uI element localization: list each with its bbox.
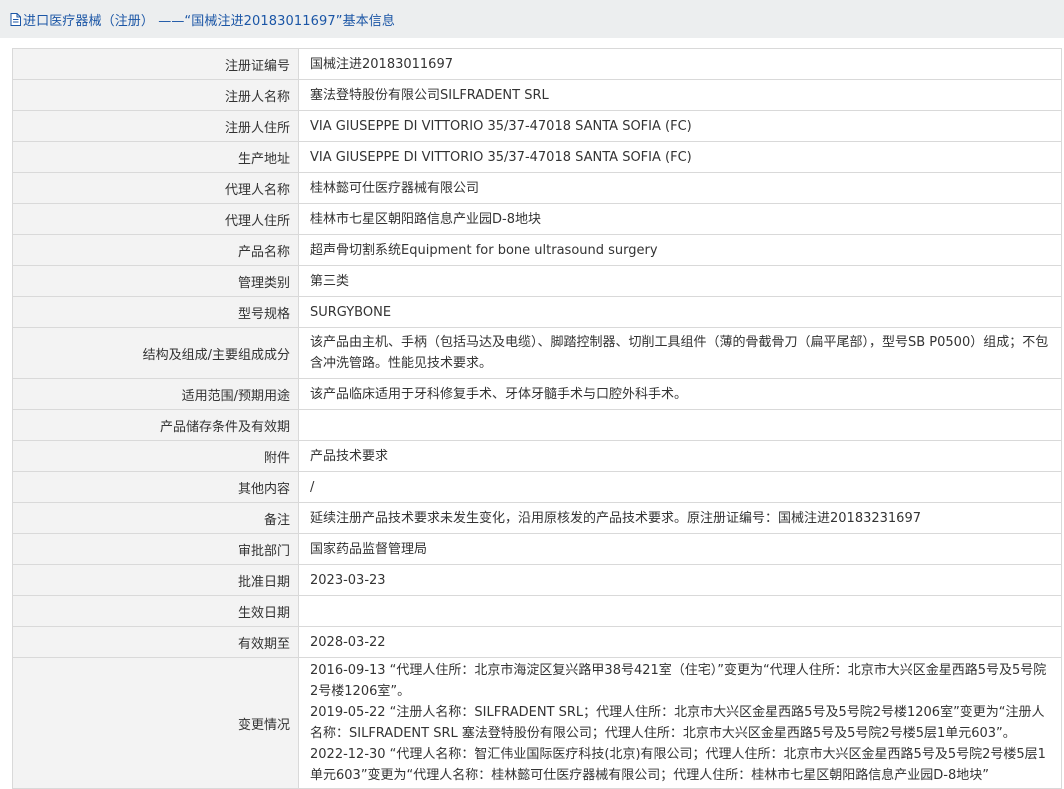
row-value: 延续注册产品技术要求未发生变化，沿用原核发的产品技术要求。原注册证编号：国械注进… bbox=[298, 502, 1062, 534]
row-label: 注册证编号 bbox=[12, 48, 299, 80]
row-value: 塞法登特股份有限公司SILFRADENT SRL bbox=[298, 79, 1062, 111]
table-row: 其他内容 / bbox=[12, 471, 1062, 503]
row-value: 2028-03-22 bbox=[298, 626, 1062, 658]
page-title: 进口医疗器械（注册） ——“国械注进20183011697”基本信息 bbox=[23, 13, 395, 29]
table-row: 管理类别 第三类 bbox=[12, 265, 1062, 297]
row-value: / bbox=[298, 471, 1062, 503]
row-value: VIA GIUSEPPE DI VITTORIO 35/37-47018 SAN… bbox=[298, 141, 1062, 173]
document-icon bbox=[10, 12, 21, 26]
row-value: 国家药品监督管理局 bbox=[298, 533, 1062, 565]
row-value: 该产品临床适用于牙科修复手术、牙体牙髓手术与口腔外科手术。 bbox=[298, 378, 1062, 410]
row-value: VIA GIUSEPPE DI VITTORIO 35/37-47018 SAN… bbox=[298, 110, 1062, 142]
row-value: 2023-03-23 bbox=[298, 564, 1062, 596]
table-row: 审批部门 国家药品监督管理局 bbox=[12, 533, 1062, 565]
row-label: 生产地址 bbox=[12, 141, 299, 173]
row-value: 桂林懿可仕医疗器械有限公司 bbox=[298, 172, 1062, 204]
row-label: 审批部门 bbox=[12, 533, 299, 565]
page-header: 进口医疗器械（注册） ——“国械注进20183011697”基本信息 bbox=[0, 0, 1064, 38]
table-row: 产品名称 超声骨切割系统Equipment for bone ultrasoun… bbox=[12, 234, 1062, 266]
row-label: 产品储存条件及有效期 bbox=[12, 409, 299, 441]
row-label: 管理类别 bbox=[12, 265, 299, 297]
row-value bbox=[298, 595, 1062, 627]
row-value: 产品技术要求 bbox=[298, 440, 1062, 472]
row-value: 第三类 bbox=[298, 265, 1062, 297]
row-label: 注册人名称 bbox=[12, 79, 299, 111]
row-label: 产品名称 bbox=[12, 234, 299, 266]
row-label: 有效期至 bbox=[12, 626, 299, 658]
row-value: 该产品由主机、手柄（包括马达及电缆）、脚踏控制器、切削工具组件（薄的骨截骨刀（扁… bbox=[298, 327, 1062, 379]
table-row: 注册人住所 VIA GIUSEPPE DI VITTORIO 35/37-470… bbox=[12, 110, 1062, 142]
row-value: 超声骨切割系统Equipment for bone ultrasound sur… bbox=[298, 234, 1062, 266]
row-value: 国械注进20183011697 bbox=[298, 48, 1062, 80]
table-row: 批准日期 2023-03-23 bbox=[12, 564, 1062, 596]
table-row: 注册人名称 塞法登特股份有限公司SILFRADENT SRL bbox=[12, 79, 1062, 111]
row-label: 适用范围/预期用途 bbox=[12, 378, 299, 410]
row-label: 生效日期 bbox=[12, 595, 299, 627]
table-row: 注册证编号 国械注进20183011697 bbox=[12, 48, 1062, 80]
change-history-entry: 2019-05-22 “注册人名称：SILFRADENT SRL；代理人住所：北… bbox=[310, 705, 1045, 741]
row-label: 型号规格 bbox=[12, 296, 299, 328]
table-row: 备注 延续注册产品技术要求未发生变化，沿用原核发的产品技术要求。原注册证编号：国… bbox=[12, 502, 1062, 534]
row-label: 结构及组成/主要组成成分 bbox=[12, 327, 299, 379]
row-label: 批准日期 bbox=[12, 564, 299, 596]
table-row: 生效日期 bbox=[12, 595, 1062, 627]
row-value bbox=[298, 409, 1062, 441]
info-table: 注册证编号 国械注进20183011697 注册人名称 塞法登特股份有限公司SI… bbox=[12, 48, 1062, 789]
row-label: 变更情况 bbox=[12, 657, 299, 789]
table-row: 产品储存条件及有效期 bbox=[12, 409, 1062, 441]
row-label: 备注 bbox=[12, 502, 299, 534]
table-row: 附件 产品技术要求 bbox=[12, 440, 1062, 472]
change-history-list: 2016-09-13 “代理人住所：北京市海淀区复兴路甲38号421室（住宅）”… bbox=[298, 657, 1062, 789]
table-row: 结构及组成/主要组成成分 该产品由主机、手柄（包括马达及电缆）、脚踏控制器、切削… bbox=[12, 327, 1062, 379]
table-row: 生产地址 VIA GIUSEPPE DI VITTORIO 35/37-4701… bbox=[12, 141, 1062, 173]
row-value: SURGYBONE bbox=[298, 296, 1062, 328]
table-row: 型号规格 SURGYBONE bbox=[12, 296, 1062, 328]
table-row: 代理人住所 桂林市七星区朝阳路信息产业园D-8地块 bbox=[12, 203, 1062, 235]
row-label: 代理人名称 bbox=[12, 172, 299, 204]
row-label: 附件 bbox=[12, 440, 299, 472]
row-label: 代理人住所 bbox=[12, 203, 299, 235]
row-label: 注册人住所 bbox=[12, 110, 299, 142]
row-label: 其他内容 bbox=[12, 471, 299, 503]
table-row: 有效期至 2028-03-22 bbox=[12, 626, 1062, 658]
change-history-entry: 2016-09-13 “代理人住所：北京市海淀区复兴路甲38号421室（住宅）”… bbox=[310, 663, 1047, 699]
table-row: 适用范围/预期用途 该产品临床适用于牙科修复手术、牙体牙髓手术与口腔外科手术。 bbox=[12, 378, 1062, 410]
change-history-entry: 2022-12-30 “代理人名称：智汇伟业国际医疗科技(北京)有限公司；代理人… bbox=[310, 747, 1046, 783]
row-value: 桂林市七星区朝阳路信息产业园D-8地块 bbox=[298, 203, 1062, 235]
table-row-change-history: 变更情况 2016-09-13 “代理人住所：北京市海淀区复兴路甲38号421室… bbox=[12, 657, 1062, 789]
table-row: 代理人名称 桂林懿可仕医疗器械有限公司 bbox=[12, 172, 1062, 204]
